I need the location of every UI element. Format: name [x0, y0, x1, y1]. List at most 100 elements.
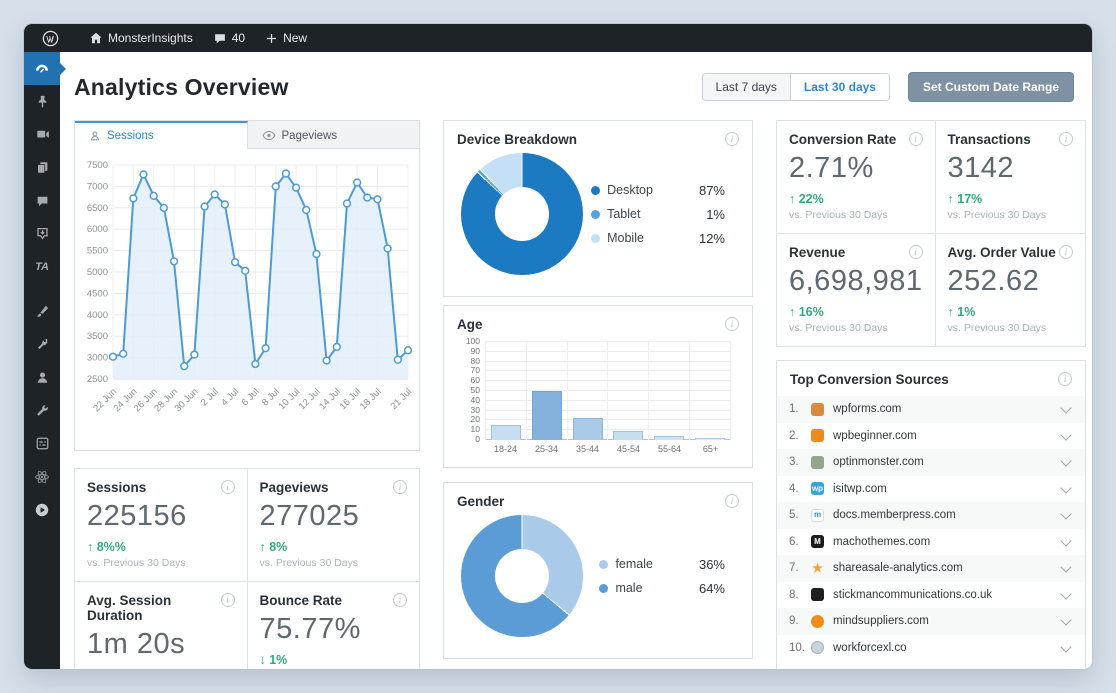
chevron-down-icon[interactable] — [1059, 534, 1075, 550]
source-row[interactable]: 6. Mmachothemes.com — [777, 529, 1085, 556]
source-row[interactable]: 9. mindsuppliers.com — [777, 608, 1085, 635]
info-icon[interactable] — [725, 317, 739, 331]
svg-text:6500: 6500 — [87, 203, 108, 214]
source-rank: 8. — [789, 588, 799, 601]
gender-donut-chart[interactable] — [461, 515, 583, 637]
info-icon[interactable] — [220, 593, 235, 607]
metric-value: 75.77% — [259, 613, 361, 645]
chevron-down-icon[interactable] — [1059, 560, 1075, 576]
age-bar-18-24[interactable] — [490, 425, 521, 440]
info-icon[interactable] — [1059, 132, 1073, 146]
age-bars-row — [485, 342, 731, 440]
info-icon[interactable] — [393, 593, 407, 607]
set-custom-date-range-button[interactable]: Set Custom Date Range — [907, 72, 1074, 102]
wordpress-logo[interactable] — [34, 24, 67, 52]
source-row[interactable]: 7. ★ shareasale-analytics.com — [777, 555, 1085, 582]
info-icon[interactable] — [393, 480, 407, 494]
metric-value: 277025 — [259, 500, 360, 532]
metric-compare: vs. Previous 30 Days — [789, 209, 888, 221]
sidebar-item-media[interactable] — [24, 118, 60, 151]
device-donut-chart[interactable] — [461, 153, 583, 275]
chevron-down-icon[interactable] — [1059, 507, 1075, 523]
chevron-down-icon[interactable] — [1059, 613, 1075, 629]
wp-admin-bar: MonsterInsights 40 New — [24, 24, 1092, 52]
new-menu[interactable]: New — [257, 24, 315, 52]
source-row[interactable]: 1. wpforms.com — [777, 396, 1085, 423]
metric-title: Avg. Order Value — [947, 245, 1056, 260]
source-row[interactable]: 8. stickmancommunications.co.uk — [777, 582, 1085, 609]
sidebar-item-comments[interactable] — [24, 184, 60, 217]
last-30-days-button[interactable]: Last 30 days — [790, 74, 889, 100]
svg-text:2500: 2500 — [87, 374, 108, 385]
age-bar-cell — [649, 342, 691, 440]
sidebar-item-appearance[interactable] — [24, 295, 60, 328]
source-rank: 4. — [789, 482, 799, 495]
svg-text:14 Jul: 14 Jul — [317, 386, 343, 412]
age-panel: Age 010203040506070809010018-2425-3435-4… — [443, 305, 753, 468]
sidebar-item-tools[interactable] — [24, 394, 60, 427]
source-row[interactable]: 5. m docs.memberpress.com — [777, 502, 1085, 529]
source-domain: docs.memberpress.com — [833, 509, 956, 522]
legend-label-female: female — [599, 557, 653, 571]
chevron-down-icon[interactable] — [1059, 640, 1075, 656]
sidebar-item-settings[interactable] — [24, 427, 60, 460]
info-icon[interactable] — [725, 132, 739, 146]
sidebar-item-plugins[interactable] — [24, 328, 60, 361]
legend-dot — [599, 583, 609, 593]
sidebar-item-pages[interactable] — [24, 151, 60, 184]
sidebar-item-feedback[interactable] — [24, 217, 60, 250]
metric-head: Sessions — [87, 480, 235, 495]
info-icon[interactable] — [908, 245, 923, 259]
atom-icon — [35, 470, 49, 483]
age-bar-35-44[interactable] — [572, 418, 603, 440]
sidebar-item-analytics-plugin[interactable] — [24, 460, 60, 493]
metric-trend-value: 6% — [97, 668, 115, 669]
info-icon[interactable] — [908, 132, 923, 146]
browser-window: MonsterInsights 40 New TA Analytics Over… — [24, 24, 1092, 669]
age-plot-area: 0 10 20 30 40 50 60 70 80 90 100 — [466, 336, 731, 444]
arrow-up-icon: ↑ — [259, 540, 270, 554]
chevron-down-icon[interactable] — [1059, 428, 1075, 444]
tab-pageviews[interactable]: Pageviews — [247, 121, 419, 149]
device-breakdown-panel: Device Breakdown Desktop 87% Tablet 1% Mobil… — [443, 120, 753, 297]
source-rank: 9. — [789, 615, 799, 628]
age-ytick-label: 20 — [470, 414, 480, 425]
sidebar-item-posts[interactable] — [24, 85, 60, 118]
source-rank: 2. — [789, 429, 799, 442]
source-row[interactable]: 2. wpbeginner.com — [777, 423, 1085, 450]
chevron-down-icon[interactable] — [1059, 481, 1075, 497]
age-bar-25-34[interactable] — [531, 391, 562, 440]
source-domain: stickmancommunications.co.uk — [833, 588, 993, 601]
age-bar-chart[interactable]: 0 10 20 30 40 50 60 70 80 90 100 18-24 25-34 35-44 45-… — [459, 336, 735, 454]
info-icon[interactable] — [220, 480, 235, 494]
metric-compare: vs. Previous 30 Days — [259, 557, 359, 569]
sidebar-item-insights-dashboard[interactable] — [24, 52, 66, 85]
sidebar-item-users[interactable] — [24, 361, 60, 394]
sidebar-item-ta[interactable]: TA — [24, 250, 60, 283]
chevron-down-icon[interactable] — [1059, 401, 1075, 417]
last-7-days-button[interactable]: Last 7 days — [702, 74, 791, 100]
source-row[interactable]: 3. optinmonster.com — [777, 449, 1085, 476]
info-icon[interactable] — [1059, 245, 1073, 259]
age-bar-65+[interactable] — [695, 438, 726, 440]
source-row[interactable]: 10. workforcexl.co — [777, 635, 1085, 662]
svg-text:6000: 6000 — [87, 224, 108, 235]
chevron-down-icon[interactable] — [1059, 587, 1075, 603]
sidebar-item-video[interactable] — [24, 493, 60, 526]
chevron-down-icon[interactable] — [1059, 454, 1075, 470]
age-bar-45-54[interactable] — [613, 431, 644, 440]
info-icon[interactable] — [1058, 372, 1072, 386]
comments-menu[interactable]: 40 — [205, 24, 253, 52]
sessions-line-chart[interactable]: 2500 3000 3500 4000 4500 5000 5500 6000 6500 7000… — [75, 149, 419, 450]
paintbrush-icon — [36, 305, 48, 317]
info-icon[interactable] — [725, 494, 739, 508]
metric-compare: vs. Previous 30 Days — [789, 322, 888, 334]
legend-value: 64% — [698, 580, 725, 596]
site-menu[interactable]: MonsterInsights — [81, 24, 201, 52]
svg-text:7000: 7000 — [87, 181, 108, 192]
metric-head: Pageviews — [260, 480, 407, 495]
age-bar-55-64[interactable] — [654, 436, 685, 440]
source-row[interactable]: 4. wp isitwp.com — [777, 476, 1085, 503]
metric-left-card-2: Avg. Session Duration1m 20s↑ 6%vs. Previ… — [75, 582, 247, 669]
tab-sessions[interactable]: Sessions — [75, 121, 248, 149]
